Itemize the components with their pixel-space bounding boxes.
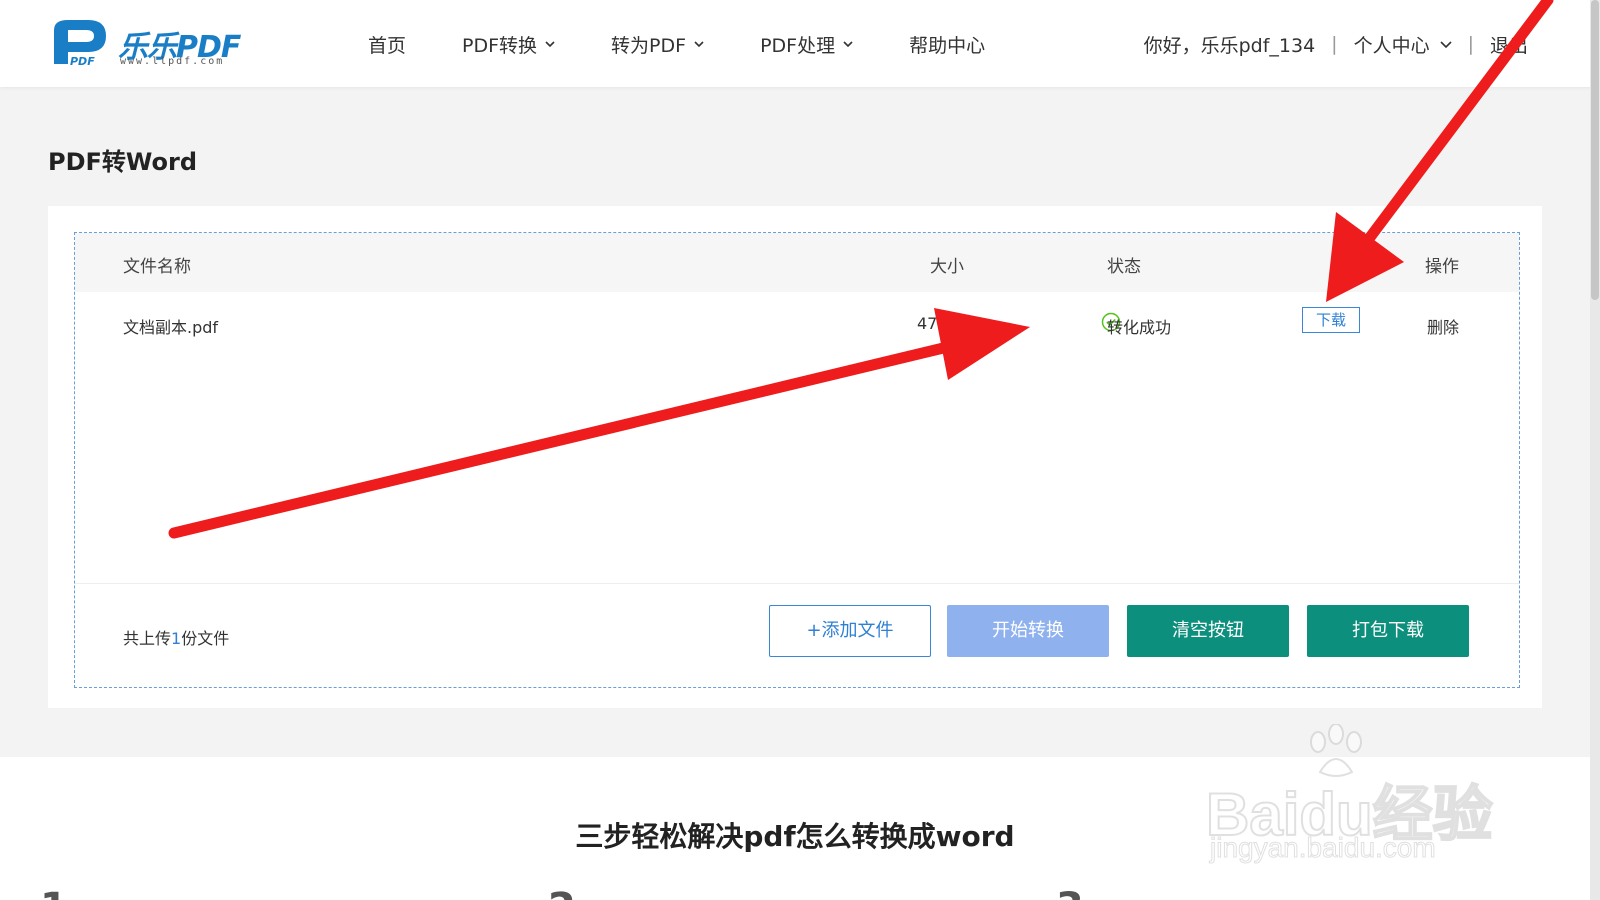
nav-to-pdf-label: 转为PDF [611, 34, 687, 57]
divider: | [1467, 33, 1474, 55]
delete-link[interactable]: 删除 [1427, 314, 1459, 338]
divider: | [1331, 33, 1338, 55]
count-number: 1 [171, 629, 182, 648]
download-button[interactable]: 下载 [1302, 307, 1360, 333]
logo-url: www.llpdf.com [120, 56, 225, 67]
header-action: 操作 [1425, 257, 1459, 277]
file-status: 转化成功 [1107, 318, 1172, 337]
logo-mark-text: PDF [70, 55, 95, 68]
chevron-down-icon [545, 41, 555, 48]
chevron-down-icon [694, 41, 704, 48]
logo-icon: PDF [54, 20, 106, 68]
count-suffix: 份文件 [181, 629, 230, 648]
converter-card: 文件名称 大小 状态 操作 文档副本.pdf 47.73KB 转化成功 下载 删… [48, 206, 1542, 708]
step-number: 3 [1056, 885, 1084, 900]
user-menu: 你好，乐乐pdf_134 | 个人中心 | 退出 [1144, 30, 1528, 58]
watermark-url: jingyan.baidu.com [1210, 832, 1437, 864]
nav-help[interactable]: 帮助中心 [909, 31, 985, 58]
file-name: 文档副本.pdf [123, 318, 219, 337]
nav-pdf-convert-label: PDF转换 [462, 34, 538, 57]
chevron-down-icon [843, 41, 853, 48]
nav-home-label: 首页 [368, 34, 407, 57]
header-filename: 文件名称 [123, 257, 191, 277]
page-title: PDF转Word [48, 148, 198, 176]
upload-count: 共上传1份文件 [123, 625, 229, 649]
nav-home[interactable]: 首页 [368, 31, 406, 58]
logout-link[interactable]: 退出 [1490, 31, 1528, 58]
chevron-down-icon[interactable] [1440, 38, 1452, 50]
clear-button[interactable]: 清空按钮 [1127, 605, 1289, 657]
step-number: 1 [40, 885, 68, 900]
personal-center-link[interactable]: 个人中心 [1354, 31, 1430, 58]
table-row: 文档副本.pdf 47.73KB 转化成功 下载 删除 [75, 292, 1519, 352]
page-scrollbar[interactable] [1590, 0, 1600, 900]
count-prefix: 共上传 [123, 629, 172, 648]
nav-pdf-process-label: PDF处理 [760, 34, 836, 57]
divider [75, 583, 1519, 584]
main-nav: 首页 PDF转换 转为PDF PDF处理 帮助中心 [368, 30, 1041, 58]
upload-dropzone[interactable]: 文件名称 大小 状态 操作 文档副本.pdf 47.73KB 转化成功 下载 删… [74, 232, 1520, 688]
table-header: 文件名称 大小 状态 操作 [75, 233, 1519, 292]
user-greeting: 你好，乐乐pdf_134 [1143, 34, 1316, 57]
pack-download-button[interactable]: 打包下载 [1307, 605, 1469, 657]
site-logo[interactable]: PDF 乐乐PDF www.llpdf.com [48, 16, 248, 72]
nav-pdf-process[interactable]: PDF处理 [760, 31, 853, 58]
scrollbar-thumb[interactable] [1591, 0, 1599, 300]
baidu-watermark: Baidu经验 jingyan.baidu.com [1205, 724, 1496, 864]
header-status: 状态 [1107, 257, 1141, 277]
nav-help-label: 帮助中心 [909, 34, 986, 57]
start-convert-button[interactable]: 开始转换 [947, 605, 1109, 657]
step-number: 2 [548, 885, 576, 900]
file-size: 47.73KB [917, 314, 985, 333]
top-header: PDF 乐乐PDF www.llpdf.com 首页 PDF转换 转为PDF P… [0, 0, 1600, 87]
header-size: 大小 [930, 257, 964, 277]
add-file-button[interactable]: +添加文件 [769, 605, 931, 657]
nav-pdf-convert[interactable]: PDF转换 [462, 31, 555, 58]
nav-to-pdf[interactable]: 转为PDF [611, 31, 704, 58]
